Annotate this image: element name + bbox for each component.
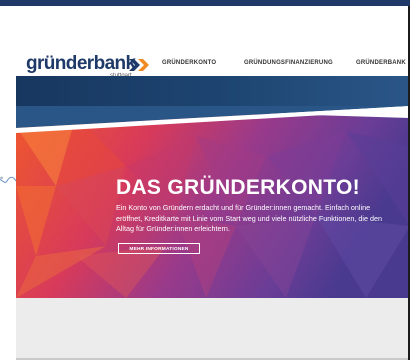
hero-description: Ein Konto von Gründern erdacht und für G… bbox=[116, 203, 382, 233]
background-window-edge: ch bbox=[0, 6, 16, 360]
logo-wordmark: gründerbank bbox=[26, 53, 136, 74]
nav-item-gruenderkonto[interactable]: GRÜNDERKONTO bbox=[162, 60, 216, 66]
hero-title: DAS GRÜNDERKONTO! bbox=[116, 176, 360, 199]
more-information-button[interactable]: MEHR INFORMATIONEN bbox=[118, 243, 200, 254]
edge-text: ch bbox=[0, 175, 3, 180]
hero-banner: DAS GRÜNDERKONTO! Ein Konto von Gründern… bbox=[16, 106, 410, 298]
nav-item-gruenderbank[interactable]: GRÜNDERBANK bbox=[356, 60, 406, 66]
website-page: gründerbank stuttgart GRÜNDERKONTO GRÜND… bbox=[16, 6, 410, 360]
logo-arrows-icon bbox=[129, 59, 149, 71]
nav-item-gruendungsfinanzierung[interactable]: GRÜNDUNGSFINANZIERUNG bbox=[244, 60, 333, 66]
squiggle-decoration: ch bbox=[0, 175, 16, 183]
hero-white-diagonal bbox=[16, 106, 410, 133]
content-placeholder-area bbox=[16, 298, 410, 360]
